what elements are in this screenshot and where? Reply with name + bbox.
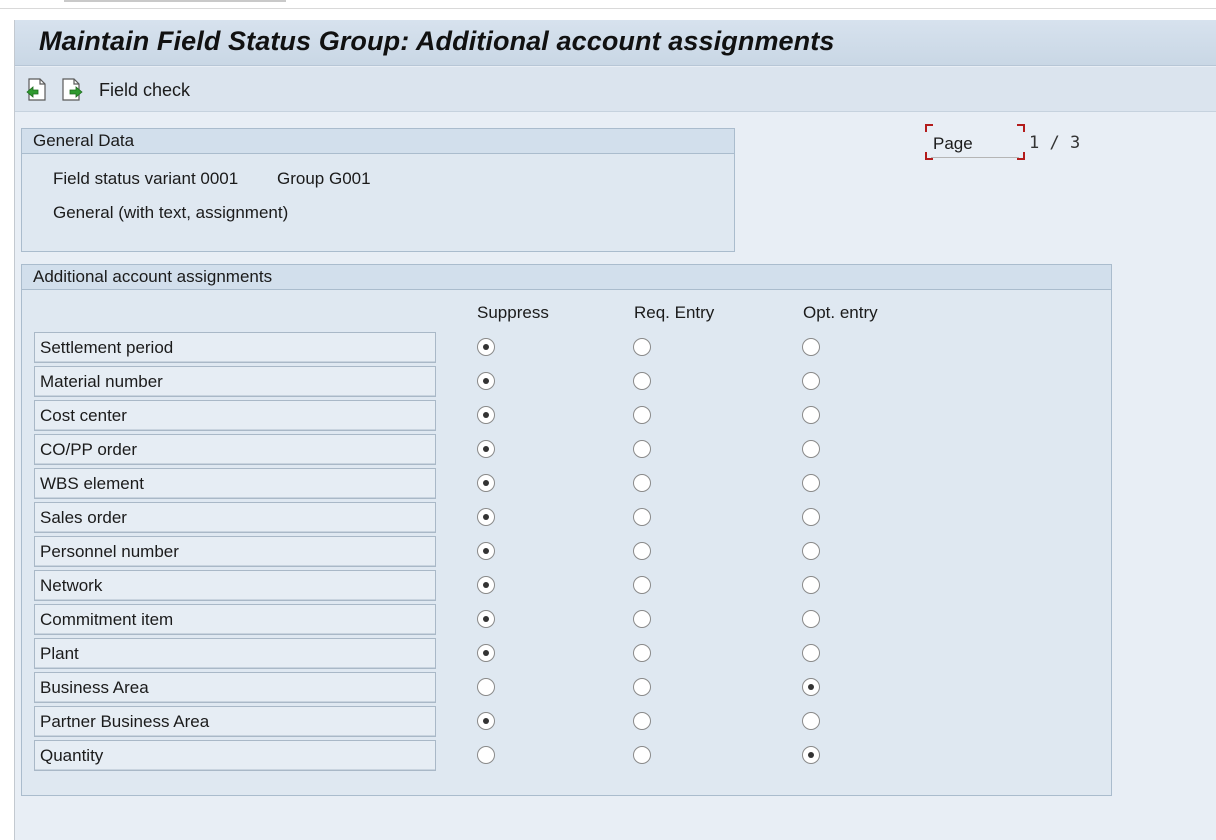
field-label: Personnel number bbox=[34, 536, 436, 567]
page-separator: / bbox=[1049, 133, 1060, 153]
field-label: Sales order bbox=[34, 502, 436, 533]
focus-bracket bbox=[925, 124, 933, 132]
field-label: Settlement period bbox=[34, 332, 436, 363]
opt-entry-radio[interactable] bbox=[802, 576, 820, 594]
req-entry-radio[interactable] bbox=[633, 338, 651, 356]
opt-entry-radio[interactable] bbox=[802, 678, 820, 696]
req-entry-radio[interactable] bbox=[633, 576, 651, 594]
field-label: Cost center bbox=[34, 400, 436, 431]
focus-bracket bbox=[1017, 152, 1025, 160]
suppress-radio[interactable] bbox=[477, 372, 495, 390]
general-data-group: General Data Field status variant 0001 G… bbox=[21, 128, 735, 252]
opt-entry-radio[interactable] bbox=[802, 372, 820, 390]
column-header-opt-entry: Opt. entry bbox=[803, 303, 878, 322]
group-description: General (with text, assignment) bbox=[53, 203, 289, 222]
field-status-variant-text: Field status variant 0001 bbox=[53, 169, 239, 188]
suppress-radio[interactable] bbox=[477, 712, 495, 730]
next-page-button[interactable] bbox=[59, 77, 83, 103]
column-header-suppress: Suppress bbox=[477, 303, 549, 322]
field-label: Plant bbox=[34, 638, 436, 669]
column-header-req-entry: Req. Entry bbox=[634, 303, 715, 322]
page-forward-green-arrow-icon bbox=[62, 78, 83, 101]
field-label: Commitment item bbox=[34, 604, 436, 635]
top-strip bbox=[0, 0, 1216, 10]
suppress-radio[interactable] bbox=[477, 576, 495, 594]
field-label: Network bbox=[34, 570, 436, 601]
general-data-title: General Data bbox=[33, 131, 135, 150]
field-label: Business Area bbox=[34, 672, 436, 703]
opt-entry-radio[interactable] bbox=[802, 712, 820, 730]
assignments-title: Additional account assignments bbox=[33, 267, 273, 286]
suppress-radio[interactable] bbox=[477, 610, 495, 628]
req-entry-radio[interactable] bbox=[633, 678, 651, 696]
tab-indicator bbox=[64, 0, 286, 2]
req-entry-radio[interactable] bbox=[633, 610, 651, 628]
field-label: Material number bbox=[34, 366, 436, 397]
field-label: WBS element bbox=[34, 468, 436, 499]
req-entry-radio[interactable] bbox=[633, 508, 651, 526]
group-text: Group G001 bbox=[277, 169, 371, 188]
opt-entry-radio[interactable] bbox=[802, 338, 820, 356]
suppress-radio[interactable] bbox=[477, 338, 495, 356]
opt-entry-radio[interactable] bbox=[802, 610, 820, 628]
page-field-underline bbox=[931, 157, 1019, 158]
opt-entry-radio[interactable] bbox=[802, 406, 820, 424]
pager: Page 1 / 3 bbox=[925, 124, 1105, 166]
opt-entry-radio[interactable] bbox=[802, 440, 820, 458]
suppress-radio[interactable] bbox=[477, 406, 495, 424]
req-entry-radio[interactable] bbox=[633, 712, 651, 730]
opt-entry-radio[interactable] bbox=[802, 746, 820, 764]
current-page: 1 bbox=[1029, 133, 1040, 153]
page-indicator: 1 / 3 bbox=[1029, 133, 1080, 153]
top-divider bbox=[0, 8, 1216, 9]
focus-bracket bbox=[1017, 124, 1025, 132]
title-bar: Maintain Field Status Group: Additional … bbox=[15, 20, 1216, 66]
page-title: Maintain Field Status Group: Additional … bbox=[39, 26, 835, 56]
page-field[interactable]: Page bbox=[925, 124, 1025, 160]
assignments-header: Additional account assignments bbox=[22, 265, 1111, 290]
suppress-radio[interactable] bbox=[477, 440, 495, 458]
suppress-radio[interactable] bbox=[477, 644, 495, 662]
application-toolbar: Field check bbox=[15, 67, 1216, 112]
suppress-radio[interactable] bbox=[477, 508, 495, 526]
general-data-header: General Data bbox=[22, 129, 734, 154]
req-entry-radio[interactable] bbox=[633, 474, 651, 492]
total-pages: 3 bbox=[1070, 133, 1081, 153]
suppress-radio[interactable] bbox=[477, 746, 495, 764]
suppress-radio[interactable] bbox=[477, 474, 495, 492]
page-back-green-arrow-icon bbox=[26, 78, 46, 101]
suppress-radio[interactable] bbox=[477, 678, 495, 696]
req-entry-radio[interactable] bbox=[633, 746, 651, 764]
field-label: Partner Business Area bbox=[34, 706, 436, 737]
field-label: CO/PP order bbox=[34, 434, 436, 465]
req-entry-radio[interactable] bbox=[633, 406, 651, 424]
field-label: Quantity bbox=[34, 740, 436, 771]
opt-entry-radio[interactable] bbox=[802, 508, 820, 526]
opt-entry-radio[interactable] bbox=[802, 644, 820, 662]
previous-page-button[interactable] bbox=[25, 77, 49, 103]
req-entry-radio[interactable] bbox=[633, 372, 651, 390]
opt-entry-radio[interactable] bbox=[802, 474, 820, 492]
sap-window: Maintain Field Status Group: Additional … bbox=[14, 20, 1216, 840]
suppress-radio[interactable] bbox=[477, 542, 495, 560]
page-label: Page bbox=[933, 134, 973, 153]
req-entry-radio[interactable] bbox=[633, 542, 651, 560]
req-entry-radio[interactable] bbox=[633, 644, 651, 662]
opt-entry-radio[interactable] bbox=[802, 542, 820, 560]
field-check-button[interactable]: Field check bbox=[99, 80, 190, 101]
req-entry-radio[interactable] bbox=[633, 440, 651, 458]
focus-bracket bbox=[925, 152, 933, 160]
